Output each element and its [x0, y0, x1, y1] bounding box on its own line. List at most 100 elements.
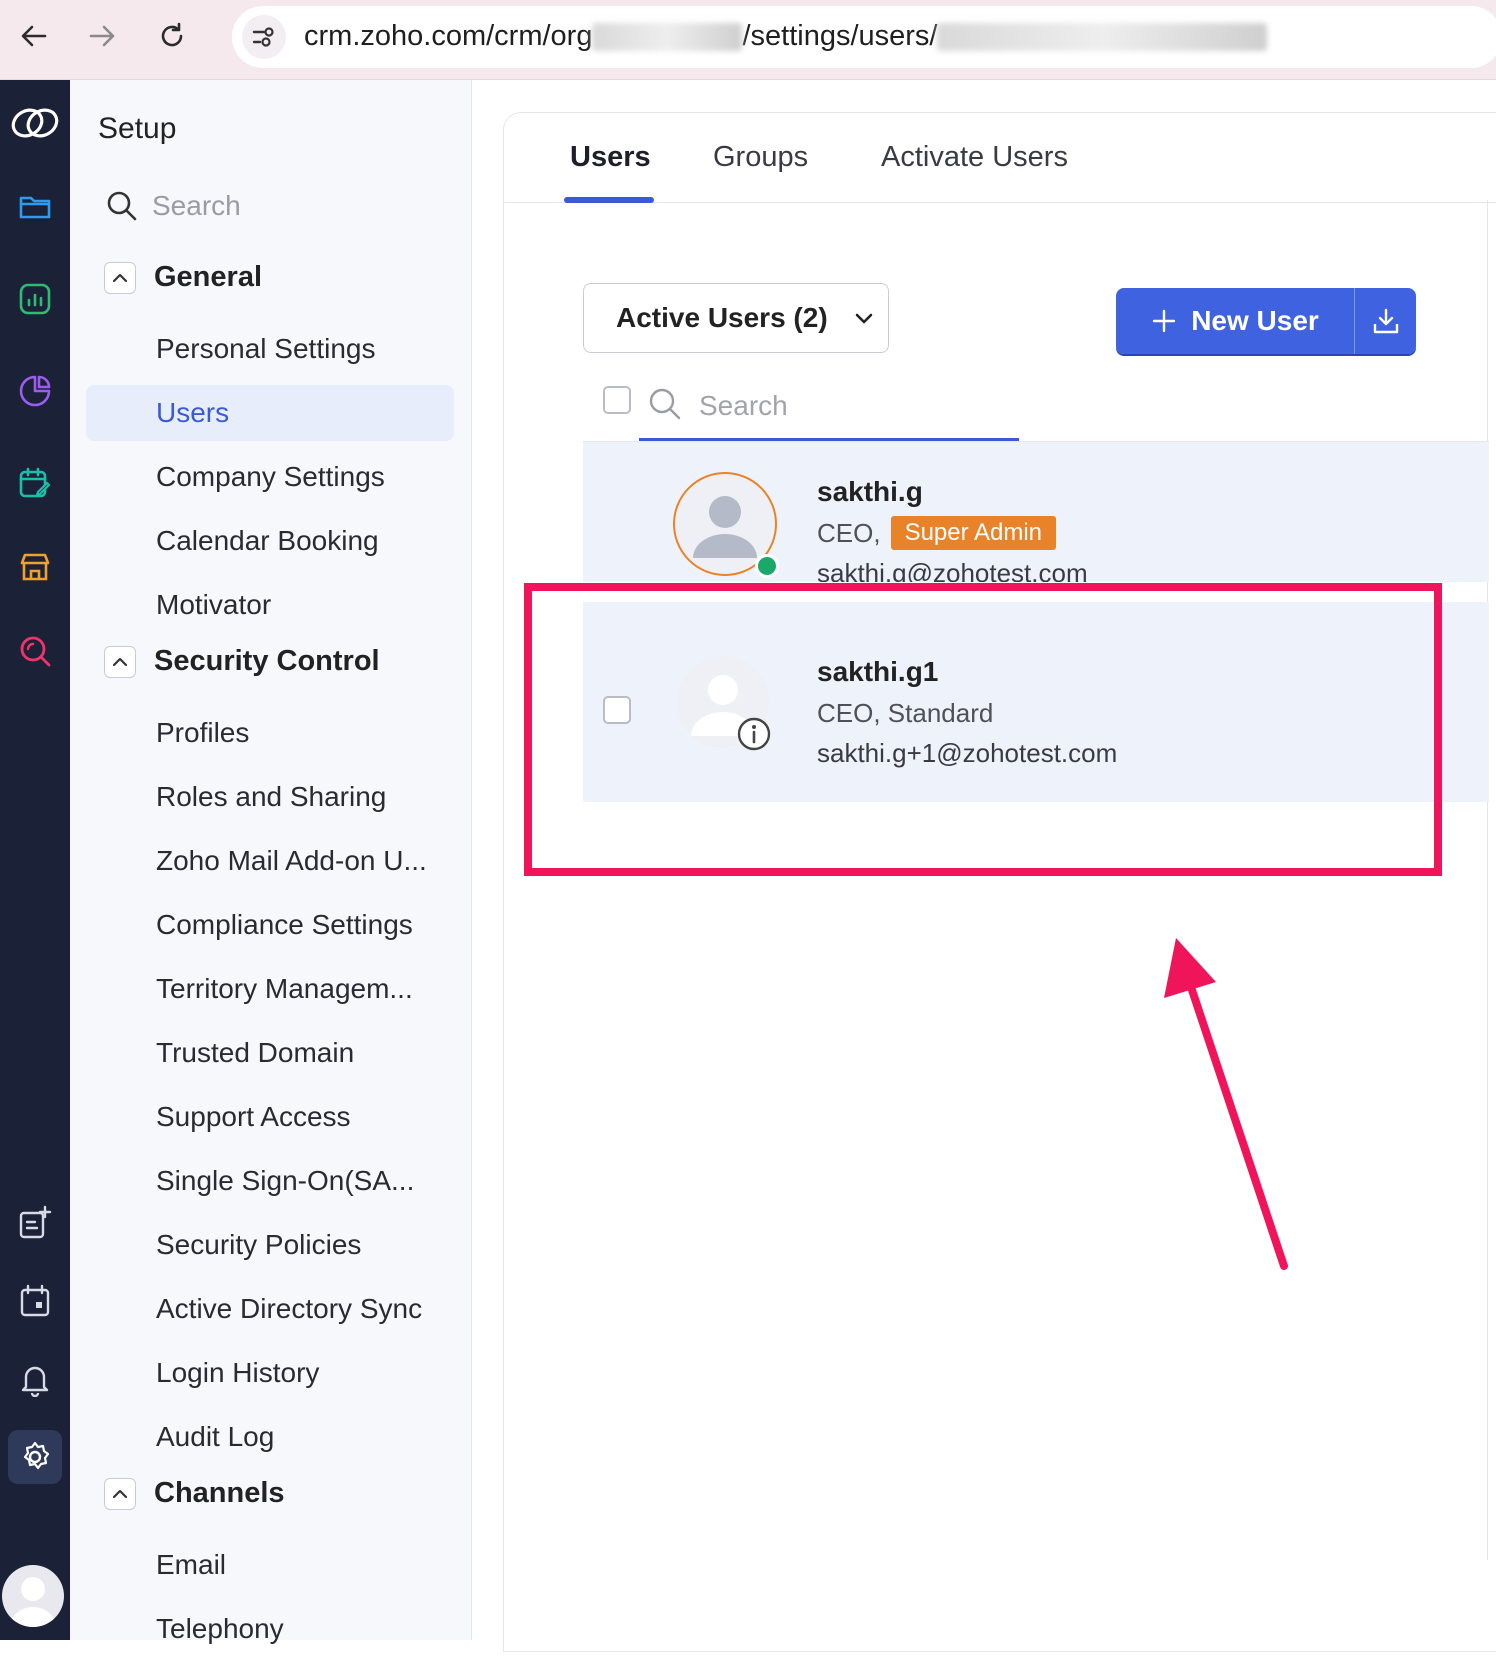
forward-arrow-icon — [89, 25, 115, 47]
sidebar-item-territory-managem[interactable]: Territory Managem... — [86, 961, 454, 1017]
sidebar-item-email[interactable]: Email — [86, 1537, 454, 1593]
forward-button[interactable] — [80, 14, 124, 58]
section-security-control[interactable]: Security Control — [104, 645, 380, 678]
active-tab-indicator — [564, 197, 654, 203]
online-status-dot — [755, 554, 779, 578]
redacted-user-id — [937, 23, 1268, 52]
calendar-edit-icon — [19, 467, 51, 498]
sidebar-item-users[interactable]: Users — [86, 385, 454, 441]
tab-users[interactable]: Users — [570, 141, 651, 174]
setup-sidebar: Setup Search General Personal Settings Use… — [70, 80, 472, 1644]
search-underline — [639, 438, 1019, 441]
setup-search[interactable]: Search — [106, 190, 241, 222]
add-note-icon — [19, 1205, 52, 1239]
user-list-toolbar: Search — [583, 380, 1489, 442]
rail-settings[interactable] — [8, 1430, 62, 1484]
user-avatar-icon — [10, 1577, 56, 1627]
sidebar-item-audit-log[interactable]: Audit Log — [86, 1409, 454, 1465]
sidebar-item-active-directory-sync[interactable]: Active Directory Sync — [86, 1281, 454, 1337]
sidebar-item-single-sign-on-sa[interactable]: Single Sign-On(SA... — [86, 1153, 454, 1209]
address-bar[interactable]: crm.zoho.com/crm/org/settings/users/ — [232, 6, 1496, 68]
calendar-icon — [20, 1284, 50, 1317]
sidebar-item-zoho-mail-add-on-u[interactable]: Zoho Mail Add-on U... — [86, 833, 454, 889]
sidebar-item-personal-settings[interactable]: Personal Settings — [86, 321, 454, 377]
rail-add-note[interactable] — [8, 1196, 62, 1250]
reload-icon — [161, 22, 183, 47]
sidebar-item-roles-and-sharing[interactable]: Roles and Sharing — [86, 769, 454, 825]
store-icon — [20, 553, 50, 581]
setup-title: Setup — [98, 112, 177, 145]
annotation-arrow — [1164, 938, 1288, 1270]
gear-icon — [23, 1441, 50, 1470]
url-prefix: crm.zoho.com/crm/org — [304, 20, 593, 52]
select-all-checkbox[interactable] — [603, 386, 631, 414]
sidebar-item-trusted-domain[interactable]: Trusted Domain — [86, 1025, 454, 1081]
url-middle: /settings/users/ — [742, 20, 938, 52]
search-icon — [107, 191, 137, 221]
section-title: Channels — [154, 1477, 285, 1509]
reload-button[interactable] — [150, 14, 194, 58]
search-analytics-icon — [20, 636, 51, 667]
back-button[interactable] — [12, 14, 56, 58]
rail-search[interactable] — [8, 624, 62, 678]
new-user-label: New User — [1191, 305, 1319, 336]
sidebar-item-company-settings[interactable]: Company Settings — [86, 449, 454, 505]
chevron-up-icon[interactable] — [104, 645, 136, 678]
folder-icon — [19, 196, 51, 219]
active-users-filter[interactable]: Active Users (2) — [583, 283, 889, 353]
site-info-button[interactable] — [242, 15, 286, 59]
setup-search-placeholder: Search — [152, 190, 241, 221]
user-role-text: CEO, — [817, 517, 881, 548]
sidebar-item-security-policies[interactable]: Security Policies — [86, 1217, 454, 1273]
sidebar-item-motivator[interactable]: Motivator — [86, 577, 454, 633]
pie-chart-icon — [19, 375, 51, 407]
sidebar-item-login-history[interactable]: Login History — [86, 1345, 454, 1401]
app-rail — [0, 80, 70, 1640]
users-tabs: Users Groups Activate Users — [504, 113, 1496, 203]
report-chart-icon — [19, 283, 51, 315]
chevron-down-icon — [855, 313, 872, 324]
url-text: crm.zoho.com/crm/org/settings/users/ — [304, 20, 1268, 53]
user-search-input[interactable]: Search — [699, 390, 788, 422]
user-name[interactable]: sakthi.g — [817, 476, 923, 508]
filter-label: Active Users (2) — [616, 302, 828, 333]
zoho-crm-logo-icon — [11, 108, 59, 138]
zoho-logo[interactable] — [8, 96, 62, 150]
sidebar-item-calendar-booking[interactable]: Calendar Booking — [86, 513, 454, 569]
section-title: Security Control — [154, 645, 380, 677]
search-icon — [649, 388, 681, 420]
sidebar-item-compliance-settings[interactable]: Compliance Settings — [86, 897, 454, 953]
super-admin-badge: Super Admin — [890, 516, 1056, 550]
bell-icon — [21, 1366, 49, 1397]
redacted-org-id — [592, 23, 743, 52]
chevron-up-icon[interactable] — [104, 261, 136, 294]
user-role: CEO, Super Admin — [817, 516, 1056, 550]
rail-notifications[interactable] — [8, 1352, 62, 1406]
section-general[interactable]: General — [104, 261, 262, 294]
new-user-button[interactable]: New User — [1116, 288, 1354, 354]
sidebar-item-support-access[interactable]: Support Access — [86, 1089, 454, 1145]
tune-icon — [252, 27, 274, 47]
rail-calendar[interactable] — [8, 1274, 62, 1328]
rail-reports[interactable] — [8, 272, 62, 326]
highlight-box — [524, 583, 1442, 876]
user-email: sakthi.g@zohotest.com — [817, 558, 1088, 582]
section-title: General — [154, 261, 262, 293]
import-icon — [1373, 308, 1398, 334]
browser-toolbar: crm.zoho.com/crm/org/settings/users/ — [0, 0, 1496, 80]
section-channels[interactable]: Channels — [104, 1477, 285, 1510]
back-arrow-icon — [21, 25, 47, 47]
tab-activate-users[interactable]: Activate Users — [881, 141, 1068, 174]
rail-analytics[interactable] — [8, 364, 62, 418]
profile-avatar[interactable] — [2, 1565, 64, 1627]
import-users-button[interactable] — [1354, 288, 1416, 354]
rail-activities[interactable] — [8, 456, 62, 510]
sidebar-item-profiles[interactable]: Profiles — [86, 705, 454, 761]
new-user-button-group: New User — [1116, 288, 1416, 354]
user-row[interactable]: sakthi.g CEO, Super Admin sakthi.g@zohot… — [583, 442, 1489, 582]
sidebar-item-telephony[interactable]: Telephony — [86, 1601, 454, 1657]
rail-modules[interactable] — [8, 180, 62, 234]
chevron-up-icon[interactable] — [104, 1477, 136, 1510]
tab-groups[interactable]: Groups — [713, 141, 808, 174]
rail-marketplace[interactable] — [8, 540, 62, 594]
